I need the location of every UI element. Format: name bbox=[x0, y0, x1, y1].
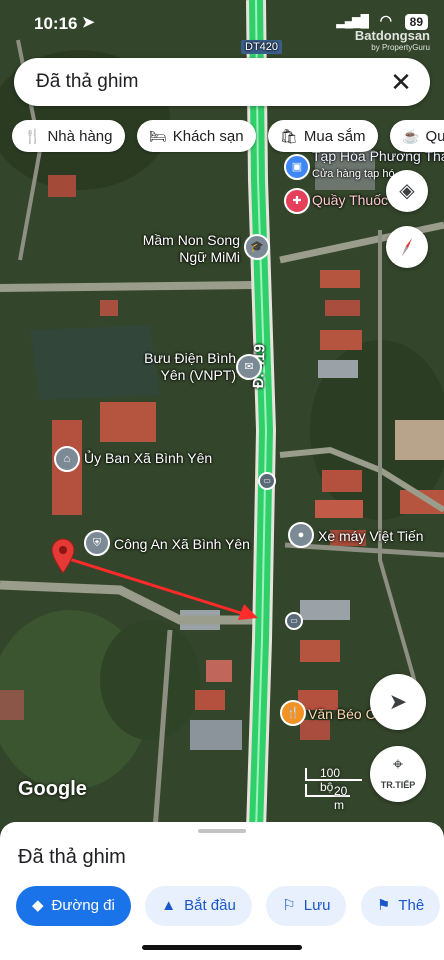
search-query[interactable]: Đã thả ghim bbox=[36, 71, 138, 93]
sheet-title: Đã thả ghim bbox=[18, 846, 126, 868]
scale-metric-label: 20 m bbox=[334, 784, 348, 812]
compass-icon bbox=[402, 238, 412, 256]
chip-restaurants[interactable]: 🍴 Nhà hàng bbox=[12, 120, 125, 152]
shopping-bag-icon: 🛍 bbox=[280, 128, 298, 144]
street-view-button[interactable]: ⌖ TR.TIẾP bbox=[370, 746, 426, 802]
compass-button[interactable] bbox=[386, 226, 428, 268]
flag-icon: ⚑ bbox=[376, 897, 391, 914]
cellular-signal-icon: ▂▄▆█ bbox=[336, 14, 369, 28]
poi-restaurant-label[interactable]: Văn Béo C bbox=[308, 706, 376, 722]
layers-icon: ◈ bbox=[399, 180, 415, 202]
directions-label: Đường đi bbox=[51, 897, 115, 914]
motorbike-icon[interactable]: ● bbox=[288, 522, 314, 548]
place-sheet[interactable]: Đã thả ghim ◆ Đường đi ▲ Bắt đầu ⚐ Lưu ⚑ Thê bbox=[0, 822, 444, 960]
save-label: Lưu bbox=[303, 897, 331, 914]
poi-kindergarten-label[interactable]: Mầm Non Song Ngữ MiMi bbox=[136, 232, 240, 266]
add-label-label: Thê bbox=[398, 897, 425, 914]
restaurant-icon[interactable]: 🍴 bbox=[280, 700, 306, 726]
poi-commune-office-label[interactable]: Ủy Ban Xã Bình Yên bbox=[84, 450, 212, 466]
bookmark-icon: ⚐ bbox=[282, 897, 296, 914]
watermark-brand: Batdongsan bbox=[354, 28, 430, 43]
poi-post-office-label[interactable]: Bưu Điện Bình Yên (VNPT) bbox=[132, 350, 236, 384]
close-icon[interactable]: ✕ bbox=[386, 67, 416, 97]
add-label-button[interactable]: ⚑ Thê bbox=[360, 886, 441, 926]
poi-motorbike-label[interactable]: Xe máy Việt Tiến bbox=[318, 528, 424, 544]
navigation-arrow-icon: ➤ bbox=[388, 689, 408, 714]
shopping-icon[interactable]: ▣ bbox=[284, 154, 310, 180]
watermark: Batdongsan by PropertyGuru bbox=[355, 28, 430, 52]
transit-label: TR.TIẾP bbox=[380, 780, 416, 790]
bed-icon: 🛏 bbox=[148, 128, 167, 144]
bus-stop-icon[interactable]: ▭ bbox=[258, 472, 276, 490]
fork-knife-icon: 🍴 bbox=[24, 128, 42, 144]
layers-button[interactable]: ◈ bbox=[386, 170, 428, 212]
wifi-icon: ◠ bbox=[379, 12, 392, 28]
home-indicator[interactable] bbox=[142, 945, 302, 950]
poi-police-label[interactable]: Công An Xã Bình Yên bbox=[114, 536, 250, 552]
action-buttons: ◆ Đường đi ▲ Bắt đầu ⚐ Lưu ⚑ Thê bbox=[16, 886, 444, 928]
chip-shopping[interactable]: 🛍 Mua sắm bbox=[268, 120, 378, 152]
navigation-arrow-icon: ▲ bbox=[161, 897, 177, 914]
location-scan-icon: ⌖ bbox=[392, 754, 404, 774]
chip-label: Khách sạn bbox=[172, 128, 244, 145]
chip-label: Quán bbox=[425, 128, 444, 145]
location-arrow-icon: ➤ bbox=[82, 14, 95, 31]
police-icon[interactable]: ⛨ bbox=[84, 530, 110, 556]
search-bar[interactable]: Đã thả ghim ✕ bbox=[14, 58, 430, 106]
mail-icon[interactable]: ✉ bbox=[236, 354, 262, 380]
directions-button[interactable]: ◆ Đường đi bbox=[16, 886, 131, 926]
bus-stop-icon[interactable]: ▭ bbox=[285, 612, 303, 630]
status-time: 10:16 bbox=[34, 14, 78, 33]
category-chips: 🍴 Nhà hàng 🛏 Khách sạn 🛍 Mua sắm ☕ Quán bbox=[12, 120, 444, 154]
chip-label: Nhà hàng bbox=[47, 128, 113, 145]
my-location-button[interactable]: ➤ bbox=[370, 674, 426, 730]
poi-pharmacy-label[interactable]: Quầy Thuốc bbox=[312, 192, 388, 208]
chip-hotels[interactable]: 🛏 Khách sạn bbox=[136, 120, 256, 152]
start-label: Bắt đầu bbox=[184, 897, 236, 914]
government-icon[interactable]: ⌂ bbox=[54, 446, 80, 472]
directions-icon: ◆ bbox=[32, 897, 44, 914]
cup-icon: ☕ bbox=[402, 128, 420, 144]
google-logo: Google bbox=[18, 778, 87, 800]
start-button[interactable]: ▲ Bắt đầu bbox=[145, 886, 252, 926]
pharmacy-icon[interactable]: ✚ bbox=[284, 188, 310, 214]
watermark-sub: by PropertyGuru bbox=[371, 43, 430, 52]
sheet-drag-handle[interactable] bbox=[198, 829, 246, 833]
dropped-pin-icon[interactable] bbox=[50, 538, 76, 574]
school-icon[interactable]: 🎓 bbox=[244, 234, 270, 260]
save-button[interactable]: ⚐ Lưu bbox=[266, 886, 347, 926]
poi-shop-sublabel: Cửa hàng tạp hó bbox=[312, 168, 395, 180]
chip-label: Mua sắm bbox=[303, 128, 366, 145]
chip-cafes[interactable]: ☕ Quán bbox=[390, 120, 444, 152]
